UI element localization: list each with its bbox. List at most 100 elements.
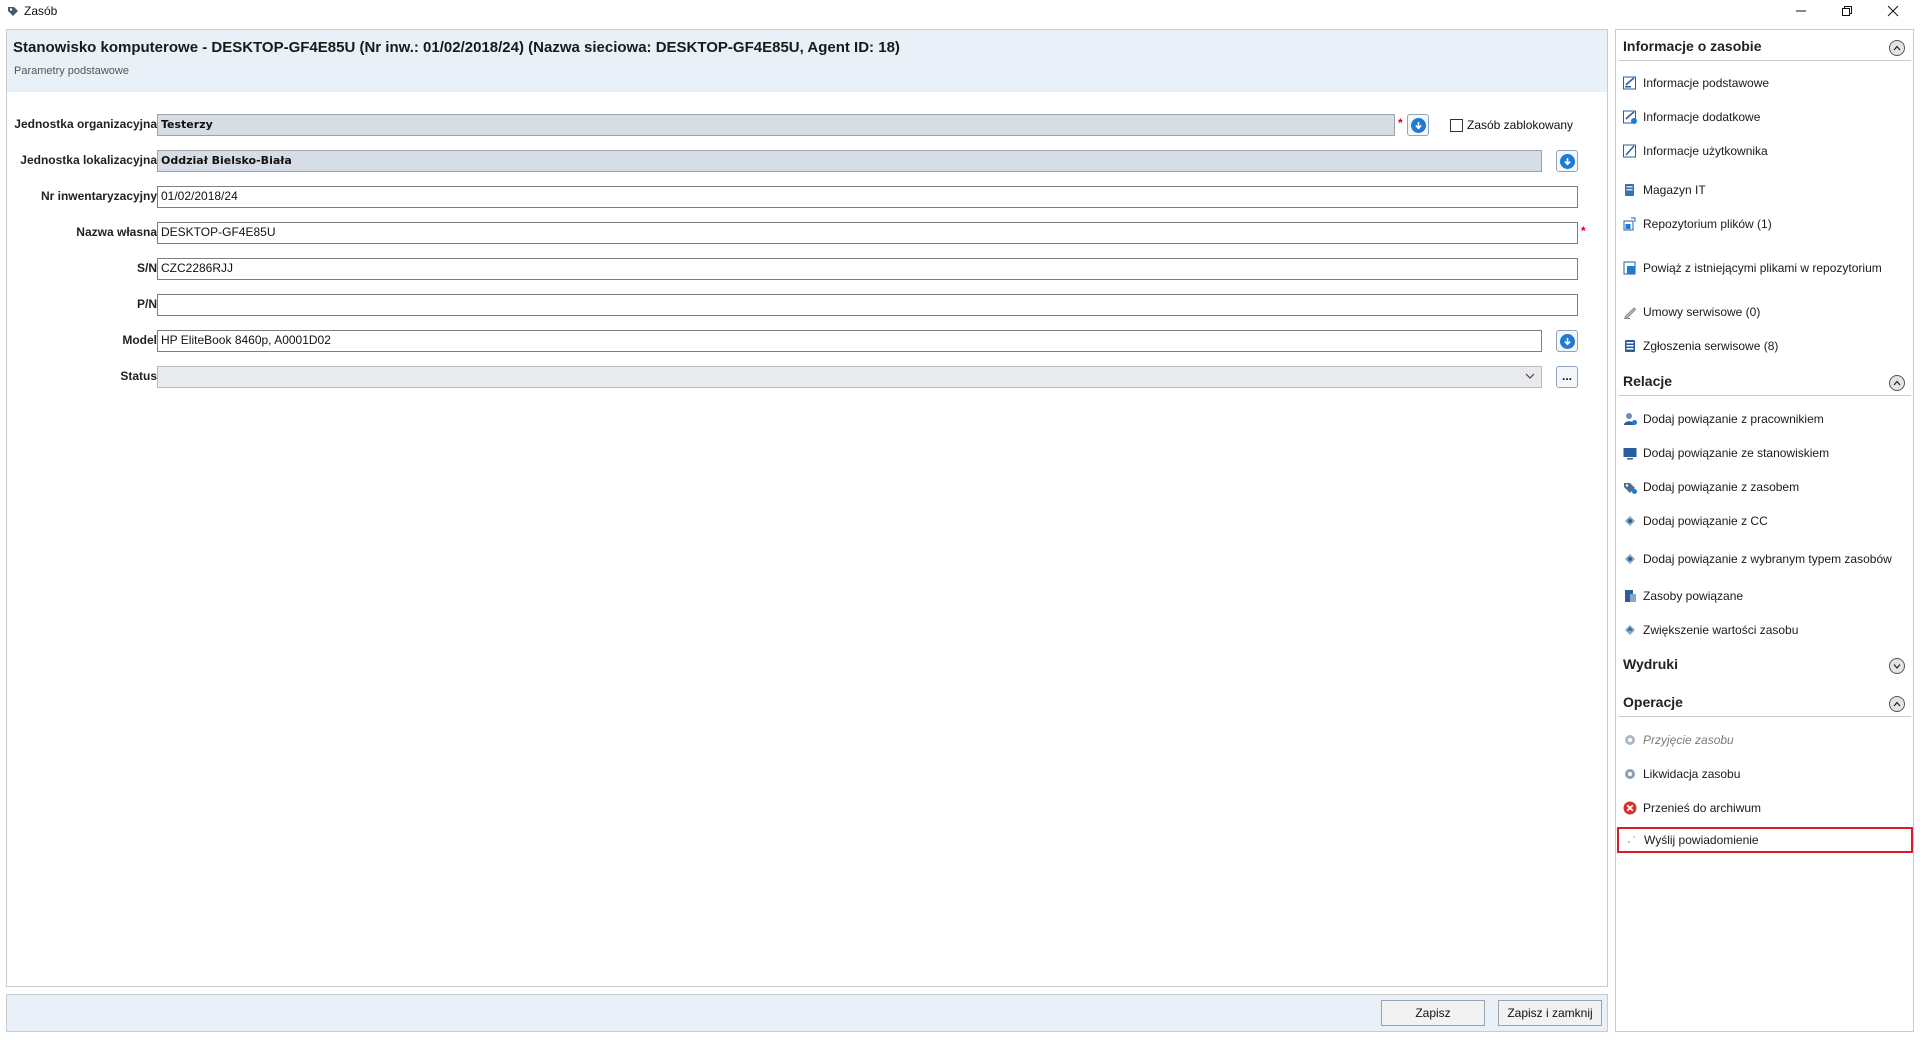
send-notification-icon: [1627, 836, 1635, 844]
own-name-label: Nazwa własna: [76, 225, 157, 239]
info-extra-icon: [1623, 110, 1637, 124]
section-relations-title: Relacje: [1623, 373, 1673, 389]
sidebar-item-related-assets[interactable]: Zasoby powiązane: [1616, 583, 1913, 609]
location-unit-select-button[interactable]: [1556, 150, 1578, 172]
workstation-link-icon: [1623, 448, 1637, 460]
actions-sidebar: Informacje o zasobie Informacje podstawo…: [1615, 29, 1914, 1032]
collapse-icon[interactable]: [1889, 375, 1905, 391]
serial-input[interactable]: CZC2286RJJ: [157, 258, 1578, 280]
inventory-no-label: Nr inwentaryzacyjny: [40, 189, 157, 203]
sidebar-item-archive[interactable]: Przenieś do archiwum: [1616, 795, 1913, 821]
minimize-button[interactable]: [1778, 0, 1824, 22]
sidebar-item-label: Przyjęcie zasobu: [1643, 733, 1734, 747]
window-titlebar: Zasób: [0, 0, 1920, 22]
org-unit-field[interactable]: Testerzy: [157, 114, 1395, 136]
sidebar-item-label: Dodaj powiązanie z zasobem: [1643, 480, 1800, 494]
collapse-icon[interactable]: [1889, 696, 1905, 712]
section-operations-header[interactable]: Operacje: [1616, 687, 1913, 717]
part-no-label: P/N: [136, 297, 157, 311]
sidebar-item-label: Wyślij powiadomienie: [1644, 833, 1759, 847]
sidebar-item-label: Zwiększenie wartości zasobu: [1643, 623, 1799, 637]
part-no-input[interactable]: [157, 294, 1578, 316]
sidebar-item-label: Powiąż z istniejącymi plikami w repozyto…: [1643, 261, 1882, 275]
sidebar-item-file-repo[interactable]: Repozytorium plików (1): [1616, 211, 1913, 237]
sidebar-item-value-increase[interactable]: Zwiększenie wartości zasobu: [1616, 617, 1913, 643]
close-icon: [1887, 5, 1899, 17]
location-unit-field[interactable]: Oddział Bielsko-Biała: [157, 150, 1542, 172]
row-inventory-no: Nr inwentaryzacyjny 01/02/2018/24: [7, 186, 1607, 208]
sidebar-item-link-type[interactable]: Dodaj powiązanie z wybranym typem zasobó…: [1616, 546, 1913, 572]
chevron-down-icon: [1525, 373, 1535, 379]
org-unit-select-button[interactable]: [1407, 114, 1429, 136]
form-header: Stanowisko komputerowe - DESKTOP-GF4E85U…: [7, 30, 1607, 92]
page-subtitle: Parametry podstawowe: [14, 65, 129, 77]
inventory-no-input[interactable]: 01/02/2018/24: [157, 186, 1578, 208]
section-divider: [1618, 60, 1911, 61]
cc-link-icon: [1625, 516, 1635, 526]
model-label: Model: [122, 333, 157, 347]
asset-link-icon: [1624, 483, 1637, 494]
status-dropdown[interactable]: [157, 366, 1542, 388]
section-info-header[interactable]: Informacje o zasobie: [1616, 31, 1913, 61]
sidebar-item-link-employee[interactable]: Dodaj powiązanie z pracownikiem: [1616, 406, 1913, 432]
section-relations-header[interactable]: Relacje: [1616, 366, 1913, 396]
link-files-icon: [1623, 261, 1636, 275]
model-input[interactable]: HP EliteBook 8460p, A0001D02: [157, 330, 1542, 352]
sidebar-item-link-cc[interactable]: Dodaj powiązanie z CC: [1616, 508, 1913, 534]
status-more-button[interactable]: ...: [1556, 366, 1578, 388]
sidebar-item-label: Przenieś do archiwum: [1643, 801, 1762, 815]
sidebar-item-tickets[interactable]: Zgłoszenia serwisowe (8): [1616, 333, 1913, 359]
save-button[interactable]: Zapisz: [1381, 1000, 1485, 1026]
save-close-button[interactable]: Zapisz i zamknij: [1498, 1000, 1602, 1026]
org-unit-label: Jednostka organizacyjna: [14, 117, 157, 131]
section-prints-header[interactable]: Wydruki: [1616, 649, 1913, 679]
sidebar-item-label: Repozytorium plików (1): [1643, 217, 1772, 231]
status-label: Status: [120, 369, 157, 383]
sidebar-item-link-files[interactable]: Powiąż z istniejącymi plikami w repozyto…: [1616, 255, 1913, 281]
expand-icon[interactable]: [1889, 658, 1905, 674]
sidebar-item-label: Dodaj powiązanie z pracownikiem: [1643, 412, 1824, 426]
row-own-name: Nazwa własna DESKTOP-GF4E85U *: [7, 222, 1607, 244]
close-button[interactable]: [1870, 0, 1916, 22]
restore-button[interactable]: [1824, 0, 1870, 22]
section-divider: [1618, 395, 1911, 396]
sidebar-item-liquidate-asset[interactable]: Likwidacja zasobu: [1616, 761, 1913, 787]
sidebar-item-link-workstation[interactable]: Dodaj powiązanie ze stanowiskiem: [1616, 440, 1913, 466]
sidebar-item-label: Informacje użytkownika: [1643, 144, 1768, 158]
own-name-input[interactable]: DESKTOP-GF4E85U: [157, 222, 1578, 244]
archive-icon: [1623, 801, 1637, 815]
row-status: Status ...: [7, 366, 1607, 388]
sidebar-item-link-asset[interactable]: Dodaj powiązanie z zasobem: [1616, 474, 1913, 500]
sidebar-item-receive-asset[interactable]: Przyjęcie zasobu: [1616, 727, 1913, 753]
arrow-down-icon: [1559, 153, 1575, 169]
sidebar-item-info-basic[interactable]: Informacje podstawowe: [1616, 70, 1913, 96]
locked-checkbox[interactable]: [1450, 118, 1463, 132]
related-assets-icon: [1625, 590, 1636, 602]
minimize-icon: [1796, 10, 1806, 12]
section-divider: [1618, 716, 1911, 717]
row-location-unit: Jednostka lokalizacyjna Oddział Bielsko-…: [7, 150, 1607, 172]
arrow-down-icon: [1410, 117, 1426, 133]
row-org-unit: Jednostka organizacyjna Testerzy * Zasób…: [7, 114, 1607, 136]
row-model: Model HP EliteBook 8460p, A0001D02: [7, 330, 1607, 352]
sidebar-item-label: Umowy serwisowe (0): [1643, 305, 1761, 319]
section-info-title: Informacje o zasobie: [1623, 38, 1762, 54]
sidebar-item-contracts[interactable]: Umowy serwisowe (0): [1616, 299, 1913, 325]
liquidate-asset-icon: [1625, 769, 1635, 779]
locked-checkbox-wrap[interactable]: Zasób zablokowany: [1450, 118, 1573, 132]
model-select-button[interactable]: [1556, 330, 1578, 352]
row-serial: S/N CZC2286RJJ: [7, 258, 1607, 280]
row-part-no: P/N: [7, 294, 1607, 316]
contract-icon: [1624, 307, 1637, 320]
info-basic-icon: [1623, 76, 1636, 90]
employee-link-icon: [1624, 413, 1637, 425]
collapse-icon[interactable]: [1889, 40, 1905, 56]
restore-icon: [1842, 6, 1852, 16]
sidebar-item-label: Informacje podstawowe: [1643, 76, 1770, 90]
sidebar-item-user-info[interactable]: Informacje użytkownika: [1616, 138, 1913, 164]
sidebar-item-send-notification[interactable]: Wyślij powiadomienie: [1617, 827, 1913, 853]
sidebar-item-info-extra[interactable]: Informacje dodatkowe: [1616, 104, 1913, 130]
sidebar-item-warehouse[interactable]: Magazyn IT: [1616, 177, 1913, 203]
required-mark: *: [1581, 224, 1586, 238]
window-title: Zasób: [24, 4, 58, 18]
